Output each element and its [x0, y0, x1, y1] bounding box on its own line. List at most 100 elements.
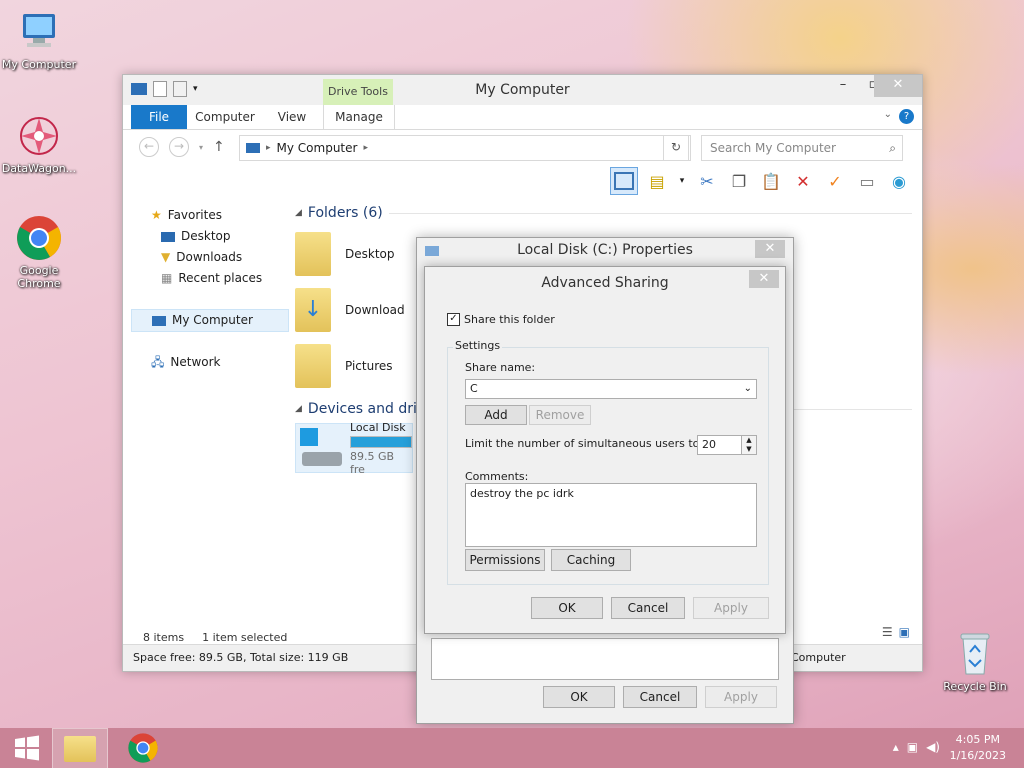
desktop-icon [161, 231, 175, 242]
large-icons-view-icon[interactable]: ▣ [899, 625, 910, 639]
folders-group-header[interactable]: ◢ Folders (6) [295, 205, 912, 221]
close-button[interactable]: ✕ [874, 75, 922, 97]
user-limit-label: Limit the number of simultaneous users t… [465, 437, 704, 450]
details-right-text: Computer [791, 651, 846, 664]
nav-network[interactable]: 🖧 Network [131, 352, 289, 373]
preview-pane-icon[interactable] [610, 167, 638, 195]
toolbar: ▤ ▾ ✂ ❐ 📋 ✕ ✓ ▭ ◉ [610, 167, 912, 195]
delete-icon[interactable]: ✕ [790, 168, 816, 194]
address-bar[interactable]: ▸ My Computer ▸ ⌄ [239, 135, 691, 161]
back-icon[interactable]: ← [139, 137, 159, 157]
taskbar-explorer[interactable] [52, 728, 108, 770]
windows-drive-icon [300, 428, 342, 468]
status-bar: 8 items 1 item selected [143, 631, 287, 644]
advanced-apply-button[interactable]: Apply [693, 597, 769, 619]
datawagon-icon [15, 112, 63, 160]
spinner-arrows-icon[interactable]: ▲ ▼ [741, 436, 756, 454]
properties-ok-button[interactable]: OK [543, 686, 615, 708]
chrome-icon [128, 733, 158, 763]
window-title: My Computer [475, 82, 570, 98]
tab-view[interactable]: View [269, 105, 315, 129]
comments-textarea[interactable]: destroy the pc idrk [465, 483, 757, 547]
globe-icon[interactable]: ◉ [886, 168, 912, 194]
computer-icon [15, 8, 63, 56]
share-this-folder-checkbox[interactable]: ✓ Share this folder [447, 313, 555, 326]
forward-icon[interactable]: → [169, 137, 189, 157]
properties-content-area [431, 638, 779, 680]
share-name-select[interactable]: C ⌄ [465, 379, 757, 399]
tab-computer[interactable]: Computer [193, 105, 257, 129]
add-share-button[interactable]: Add [465, 405, 527, 425]
tab-file[interactable]: File [131, 105, 187, 129]
drive-item-local-disk[interactable]: Local Disk 89.5 GB fre [295, 421, 413, 476]
minimize-button[interactable]: – [828, 75, 858, 97]
recent-dropdown-icon[interactable]: ▾ [199, 143, 203, 152]
taskbar-chrome[interactable] [116, 728, 170, 768]
network-tray-icon[interactable]: ▣ [907, 740, 918, 754]
advanced-sharing-title: Advanced Sharing [541, 275, 669, 291]
desktop-icon-label: My Computer [1, 58, 77, 71]
drive-usage-bar [350, 435, 412, 448]
properties-close-button[interactable]: ✕ [755, 240, 785, 258]
ribbon-expand-icon[interactable]: ⌄ [884, 109, 892, 120]
cut-icon[interactable]: ✂ [694, 168, 720, 194]
nav-buttons: ← → ▾ ↑ [139, 135, 229, 159]
properties-cancel-button[interactable]: Cancel [623, 686, 697, 708]
recycle-bin-icon [951, 630, 999, 678]
clock[interactable]: 4:05 PM 1/16/2023 [950, 732, 1006, 764]
desktop-icon-datawagon[interactable]: DataWagon... [0, 112, 78, 175]
properties-apply-button[interactable]: Apply [705, 686, 777, 708]
desktop-icon-label: DataWagon... [1, 162, 77, 175]
desktop-icon-recycle-bin[interactable]: Recycle Bin [936, 630, 1014, 693]
show-hidden-icons-icon[interactable]: ▴ [893, 740, 899, 754]
advanced-sharing-close-button[interactable]: ✕ [749, 270, 779, 288]
start-button[interactable] [0, 728, 54, 768]
permissions-button[interactable]: Permissions [465, 549, 545, 571]
details-view-icon[interactable]: ☰ [882, 625, 893, 639]
selected-count: 1 item selected [202, 631, 288, 644]
nav-recent-places[interactable]: ▦ Recent places [131, 268, 289, 289]
chevron-down-icon: ⌄ [743, 383, 752, 394]
collapse-icon: ◢ [295, 404, 302, 414]
clock-time: 4:05 PM [955, 733, 1000, 746]
advanced-ok-button[interactable]: OK [531, 597, 603, 619]
advanced-sharing-dialog: Advanced Sharing ✕ ✓ Share this folder S… [424, 266, 786, 634]
taskbar: ▴ ▣ ◀) 4:05 PM 1/16/2023 [0, 728, 1024, 770]
downloads-icon: ▼ [161, 250, 171, 264]
downloads-folder-icon: ↓ [295, 288, 331, 332]
collapse-icon: ◢ [295, 208, 302, 218]
properties-title: Local Disk (C:) Properties [517, 242, 693, 258]
remove-share-button[interactable]: Remove [529, 405, 591, 425]
checkmark-icon[interactable]: ✓ [822, 168, 848, 194]
toolbar-dropdown-icon[interactable]: ▾ [676, 168, 688, 194]
breadcrumb-separator-icon: ▸ [363, 143, 368, 153]
desktop-icon-my-computer[interactable]: My Computer [0, 8, 78, 71]
volume-icon[interactable]: ◀) [926, 740, 940, 754]
help-icon[interactable]: ? [899, 109, 914, 124]
up-icon[interactable]: ↑ [213, 139, 225, 155]
item-count: 8 items [143, 631, 185, 644]
tab-manage[interactable]: Manage [323, 105, 395, 129]
copy-icon[interactable]: ❐ [726, 168, 752, 194]
search-input[interactable]: Search My Computer [702, 141, 836, 155]
nav-downloads[interactable]: ▼ Downloads [131, 247, 289, 268]
properties-check-icon[interactable]: ▤ [644, 168, 670, 194]
checkbox-checked-icon: ✓ [447, 313, 460, 326]
caching-button[interactable]: Caching [551, 549, 631, 571]
system-tray: ▴ ▣ ◀) [893, 740, 940, 754]
search-icon[interactable]: ⌕ [889, 141, 896, 156]
comments-label: Comments: [465, 470, 529, 483]
nav-desktop[interactable]: Desktop [131, 226, 289, 247]
breadcrumb-my-computer[interactable]: My Computer [277, 141, 358, 155]
user-limit-spinner[interactable]: 20 ▲ ▼ [697, 435, 757, 455]
desktop-icon-label: Recycle Bin [943, 680, 1007, 693]
view-switcher: ☰ ▣ [882, 625, 910, 639]
rename-icon[interactable]: ▭ [854, 168, 880, 194]
desktop-icon-chrome[interactable]: Google Chrome [0, 214, 78, 290]
refresh-icon[interactable]: ↻ [663, 135, 689, 161]
nav-favorites[interactable]: ★ Favorites [131, 205, 289, 226]
paste-icon[interactable]: 📋 [758, 168, 784, 194]
advanced-cancel-button[interactable]: Cancel [611, 597, 685, 619]
search-box[interactable]: Search My Computer ⌕ [701, 135, 903, 161]
nav-my-computer[interactable]: My Computer [131, 309, 289, 332]
